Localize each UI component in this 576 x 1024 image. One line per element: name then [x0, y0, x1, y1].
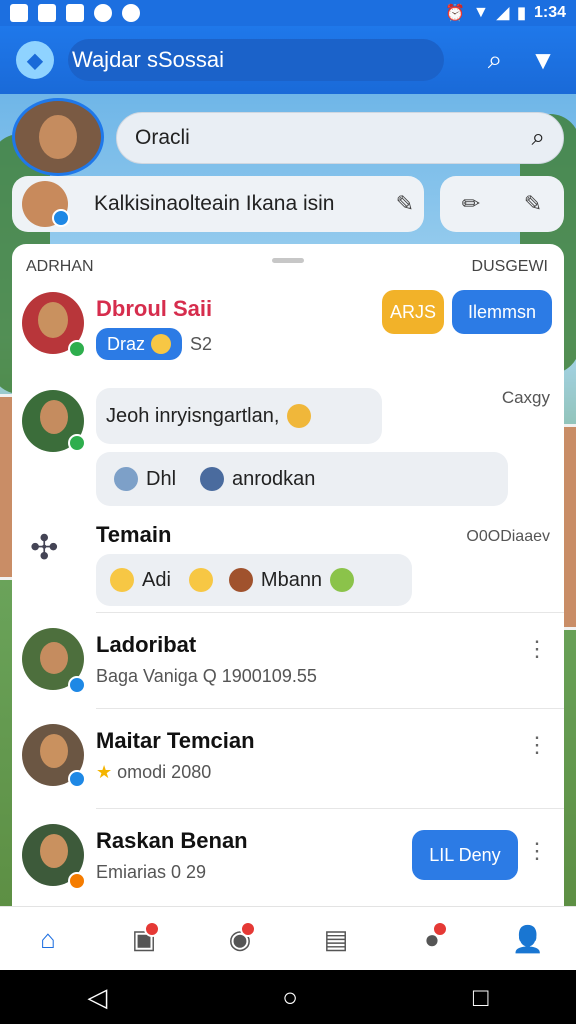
recents-icon[interactable]: □ — [473, 982, 489, 1013]
contact-name: Ladoribat — [96, 632, 197, 657]
tag-count: S2 — [190, 334, 213, 354]
mail-icon — [66, 4, 84, 22]
quick-actions: ✏ ✎ — [440, 176, 564, 232]
alarm-icon: ⏰ — [445, 5, 465, 22]
contact-name: Dbroul Saii — [96, 296, 213, 321]
message-icon[interactable]: ● — [412, 919, 452, 959]
wifi-icon: ▼ — [473, 4, 489, 21]
action-button[interactable]: LIL Deny — [412, 830, 518, 880]
home-button-icon[interactable]: ○ — [282, 982, 298, 1013]
notification-icon — [10, 4, 28, 22]
app-bar: ◆ Wajdar sSossai ⌕ ▼ — [0, 26, 576, 94]
signal-icon: ◢ — [496, 5, 510, 22]
status-compose[interactable]: Kalkisinaolteain Ikana isin ✎ — [12, 176, 424, 232]
bottom-navigation: ⌂ ▣ ◉ ▤ ● 👤 — [0, 906, 576, 971]
play-icon — [122, 4, 140, 22]
reactions-bubble[interactable]: Adi Mbann — [96, 554, 412, 606]
avatar — [22, 181, 70, 227]
list-item[interactable]: Dbroul Saii Draz S2 ARJS Ilemmsn — [12, 288, 564, 378]
contact-name: Maitar Temcian — [96, 728, 255, 753]
list-item[interactable]: Jeoh inryisngartlan, Caxgy Dhl anrodkan — [12, 386, 564, 506]
search-icon[interactable]: ⌕ — [478, 43, 512, 77]
more-icon[interactable]: ⋮ — [526, 838, 548, 864]
last-message: Baga Vaniga Q 1900109.55 — [96, 666, 317, 686]
section-label-right: DUSGEWI — [471, 258, 548, 275]
wallet-icon[interactable]: ▤ — [316, 919, 356, 959]
edit-icon[interactable]: ✎ — [396, 191, 414, 217]
battery-icon: ▮ — [517, 5, 526, 22]
news-icon[interactable]: ▣ — [124, 919, 164, 959]
last-message: ★ omodi 2080 — [96, 762, 212, 782]
contact-name: Raskan Benan — [96, 828, 248, 853]
app-title: Wajdar sSossai — [68, 39, 444, 81]
list-item[interactable]: Ladoribat Baga Vaniga Q 1900109.55 ⋮ — [12, 624, 564, 708]
drag-handle[interactable] — [272, 258, 304, 263]
back-icon[interactable]: ◁ — [87, 982, 107, 1013]
status-bar: ⏰ ▼ ◢ ▮ 1:34 — [0, 0, 576, 26]
system-navigation: ◁ ○ □ — [0, 970, 576, 1024]
group-icon: ✣ — [30, 529, 59, 567]
chat-icon[interactable]: ◉ — [220, 919, 260, 959]
contact-name: Temain — [96, 522, 172, 547]
more-icon[interactable]: ⋮ — [526, 732, 548, 758]
status-time: 1:34 — [533, 4, 566, 21]
tag-badge: Draz — [96, 328, 182, 360]
filter-icon[interactable]: ▼ — [526, 43, 560, 77]
chat-panel: ADRHAN DUSGEWI Dbroul Saii Draz S2 ARJS … — [12, 244, 564, 906]
list-item[interactable]: Maitar Temcian ★ omodi 2080 ⋮ — [12, 720, 564, 804]
list-item[interactable]: ✣ Temain O0ODiaaev Adi Mbann — [12, 518, 564, 612]
section-label-left: ADRHAN — [26, 258, 94, 275]
profile-avatar[interactable] — [12, 98, 104, 176]
pen-icon[interactable]: ✏ — [462, 191, 480, 217]
last-message: Emiarias 0 29 — [96, 862, 207, 882]
more-icon[interactable]: ⋮ — [526, 636, 548, 662]
search-icon[interactable]: ⌕ — [532, 124, 545, 152]
attachment-chips[interactable]: Dhl anrodkan — [96, 452, 508, 506]
home-icon[interactable]: ⌂ — [28, 919, 68, 959]
status-prompt: Kalkisinaolteain Ikana isin — [94, 192, 335, 215]
message-time: O0ODiaaev — [466, 528, 550, 545]
clock-icon — [94, 4, 112, 22]
list-item[interactable]: Raskan Benan Emiarias 0 29 LIL Deny ⋮ — [12, 820, 564, 904]
action-button[interactable]: Ilemmsn — [452, 290, 552, 334]
app-logo-icon[interactable]: ◆ — [16, 41, 54, 79]
star-icon: ★ — [96, 762, 113, 782]
message-bubble[interactable]: Jeoh inryisngartlan, — [96, 388, 382, 444]
search-input[interactable]: Oracli ⌕ — [116, 112, 564, 164]
ars-button[interactable]: ARJS — [382, 290, 444, 334]
app-icon — [38, 4, 56, 22]
message-time: Caxgy — [501, 388, 550, 407]
compose-icon[interactable]: ✎ — [524, 191, 542, 217]
profile-icon[interactable]: 👤 — [508, 919, 548, 959]
